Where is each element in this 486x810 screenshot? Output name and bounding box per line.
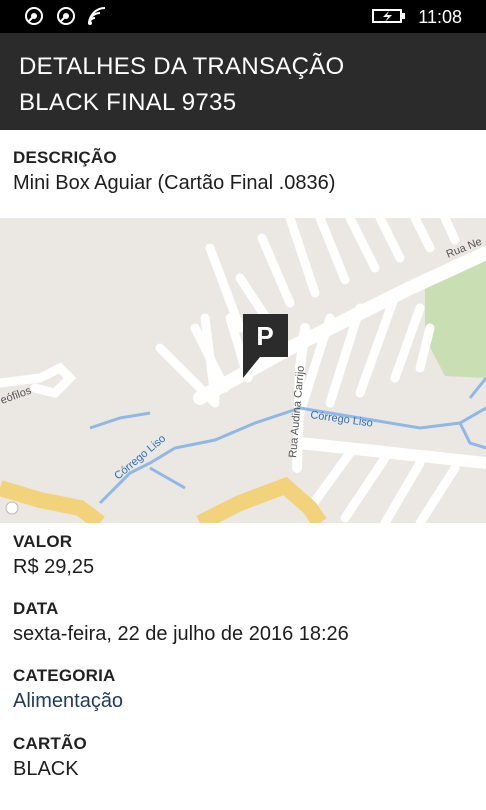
card-field: CARTÃO BLACK bbox=[13, 733, 87, 783]
amount-value: R$ 29,25 bbox=[13, 556, 95, 578]
description-value: Mini Box Aguiar (Cartão Final .0836) bbox=[13, 172, 336, 194]
category-value[interactable]: Alimentação bbox=[13, 687, 123, 715]
date-value: sexta-feira, 22 de julho de 2016 18:26 bbox=[13, 623, 349, 645]
wifi-icon bbox=[88, 7, 106, 25]
card-label: CARTÃO bbox=[13, 734, 87, 753]
card-value: BLACK bbox=[13, 758, 79, 780]
status-bar: 11:08 bbox=[0, 0, 486, 33]
description-label: DESCRIÇÃO bbox=[13, 148, 117, 167]
amount-field: VALOR R$ 29,25 bbox=[13, 531, 94, 581]
page-subtitle: BLACK FINAL 9735 bbox=[19, 89, 237, 116]
notification-icon bbox=[25, 7, 43, 25]
map-poi bbox=[5, 501, 19, 515]
map-canvas[interactable]: Rua Ne Córrego Liso Córrego Liso Rua Aud… bbox=[0, 218, 486, 523]
category-label: CATEGORIA bbox=[13, 666, 116, 685]
notification-icon bbox=[57, 7, 75, 25]
page-header: DETALHES DA TRANSAÇÃO BLACK FINAL 9735 bbox=[0, 33, 486, 130]
date-field: DATA sexta-feira, 22 de julho de 2016 18… bbox=[13, 598, 349, 648]
battery-charging-icon bbox=[372, 9, 405, 23]
date-label: DATA bbox=[13, 599, 59, 618]
category-field[interactable]: CATEGORIA Alimentação bbox=[13, 665, 123, 715]
marker-letter: P bbox=[256, 321, 273, 351]
description-field: DESCRIÇÃO Mini Box Aguiar (Cartão Final … bbox=[13, 147, 335, 197]
page-title: DETALHES DA TRANSAÇÃO bbox=[19, 53, 345, 80]
amount-label: VALOR bbox=[13, 532, 73, 551]
clock: 11:08 bbox=[418, 7, 462, 27]
location-map[interactable]: Rua Ne Córrego Liso Córrego Liso Rua Aud… bbox=[0, 218, 486, 523]
